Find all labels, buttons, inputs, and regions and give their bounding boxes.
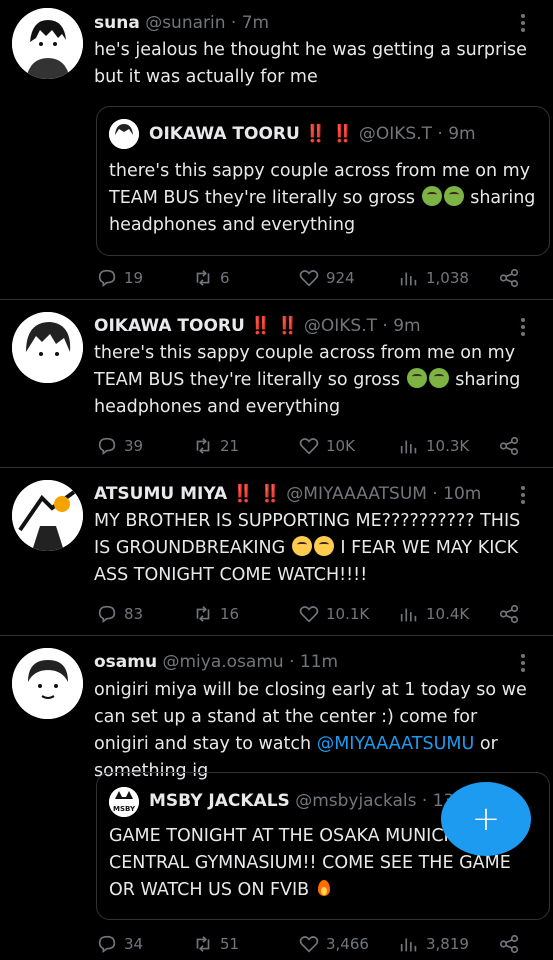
nauseated-face-emoji [406,368,427,388]
share-button[interactable] [498,931,520,957]
share-button[interactable] [498,265,520,291]
avatar[interactable] [12,8,83,79]
mention-link[interactable]: @MIYAAAATSUMU [317,734,475,754]
tweet[interactable]: OIKAWA TOORU ‼️ ‼️ @OIKS.T · 9m there's … [0,300,553,468]
alert-emoji: ‼️ ‼️ [232,484,281,504]
worried-face-emoji [291,536,312,556]
display-name: MSBY JACKALS [149,791,290,811]
views-icon [400,440,417,454]
views-icon [400,272,417,286]
reply-icon [98,935,116,953]
quoted-tweet[interactable]: OIKAWA TOORU ‼️ ‼️ @OIKS.T · 9m there's … [96,106,550,256]
timestamp: · 7m [230,13,270,33]
more-icon[interactable] [515,485,531,504]
handle[interactable]: @MIYAAAATSUM [286,484,427,504]
compose-button[interactable]: + [441,782,531,856]
views-button[interactable]: 10.3K [398,433,469,459]
display-name[interactable]: osamu [94,652,157,672]
share-icon [499,934,519,954]
avatar [109,119,139,149]
retweet-icon [196,606,210,622]
reply-icon [98,605,116,623]
retweet-icon [196,936,210,952]
share-button[interactable] [498,433,520,459]
tweet-header: suna @sunarin · 7m [94,11,517,35]
display-name[interactable]: suna [94,13,140,33]
like-button[interactable]: 924 [298,265,355,291]
views-icon [400,608,417,622]
views-button[interactable]: 10.4K [398,601,469,627]
like-icon [299,936,319,953]
timestamp: · 9m [437,124,476,144]
tweet[interactable]: ATSUMU MIYA ‼️ ‼️ @MIYAAAATSUM · 10m MY … [0,468,553,636]
share-icon [499,436,519,456]
tweet-actions: 34 51 3,466 3,819 [96,931,536,957]
avatar[interactable] [12,312,83,383]
more-icon[interactable] [515,653,531,672]
like-icon [299,606,319,623]
retweet-button[interactable]: 21 [192,433,239,459]
timestamp: · 10m [432,484,482,504]
avatar: MSBY [109,787,139,817]
handle: @OIKS.T [358,124,433,144]
like-button[interactable]: 3,466 [298,931,369,957]
alert-emoji: ‼️ ‼️ [250,316,299,336]
share-button[interactable] [498,601,520,627]
reply-button[interactable]: 34 [96,931,143,957]
reply-icon [98,437,116,455]
alert-emoji: ‼️ ‼️ [305,124,354,144]
svg-text:MSBY: MSBY [113,805,136,813]
reply-button[interactable]: 39 [96,433,143,459]
avatar[interactable] [12,648,83,719]
views-icon [400,938,417,952]
handle: @msbyjackals [295,791,417,811]
more-icon[interactable] [515,13,531,32]
avatar[interactable] [12,480,83,551]
tweet-text: there's this sappy couple across from me… [94,343,521,417]
reply-button[interactable]: 19 [96,265,143,291]
nauseated-face-emoji [428,368,449,388]
display-name: OIKAWA TOORU [149,124,300,144]
tweet-header: ATSUMU MIYA ‼️ ‼️ @MIYAAAATSUM · 10m [94,482,517,506]
views-button[interactable]: 1,038 [398,265,469,291]
retweet-button[interactable]: 51 [192,931,239,957]
retweet-button[interactable]: 6 [192,265,230,291]
handle[interactable]: @sunarin [145,13,225,33]
display-name[interactable]: ATSUMU MIYA [94,484,227,504]
timestamp: · 11m [289,652,339,672]
reply-icon [98,269,116,287]
tweet-actions: 19 6 924 1,038 [96,265,536,291]
like-button[interactable]: 10K [298,433,355,459]
nauseated-face-emoji [421,186,442,206]
tweet-text: onigiri miya will be closing early at 1 … [94,680,527,781]
tweet-actions: 83 16 10.1K 10.4K [96,601,536,627]
handle[interactable]: @OIKS.T [304,316,377,336]
compose-icon: + [471,799,501,839]
reply-button[interactable]: 83 [96,601,143,627]
tweet-header: OIKAWA TOORU ‼️ ‼️ @OIKS.T · 9m [94,314,517,338]
retweet-icon [196,270,210,286]
tweet[interactable]: suna @sunarin · 7m he's jealous he thoug… [0,0,553,300]
timestamp: · 9m [382,316,421,336]
retweet-button[interactable]: 16 [192,601,239,627]
fire-emoji [316,878,332,898]
views-button[interactable]: 3,819 [398,931,469,957]
tweet-actions: 39 21 10K 10.3K [96,433,536,459]
quote-text: there's this sappy couple across from me… [109,161,536,235]
share-icon [499,604,519,624]
tweet-text: he's jealous he thought he was getting a… [94,40,527,87]
handle[interactable]: @miya.osamu [163,652,284,672]
share-icon [499,268,519,288]
more-icon[interactable] [515,317,531,336]
like-icon [299,438,319,455]
worried-face-emoji [313,536,334,556]
like-button[interactable]: 10.1K [298,601,369,627]
tweet-header: osamu @miya.osamu · 11m [94,650,517,674]
tweet-text: MY BROTHER IS SUPPORTING ME?????????? TH… [94,511,521,585]
nauseated-face-emoji [443,186,464,206]
display-name[interactable]: OIKAWA TOORU [94,316,245,336]
quote-header: OIKAWA TOORU ‼️ ‼️ @OIKS.T · 9m [149,122,541,146]
retweet-icon [196,438,210,454]
like-icon [299,270,319,287]
